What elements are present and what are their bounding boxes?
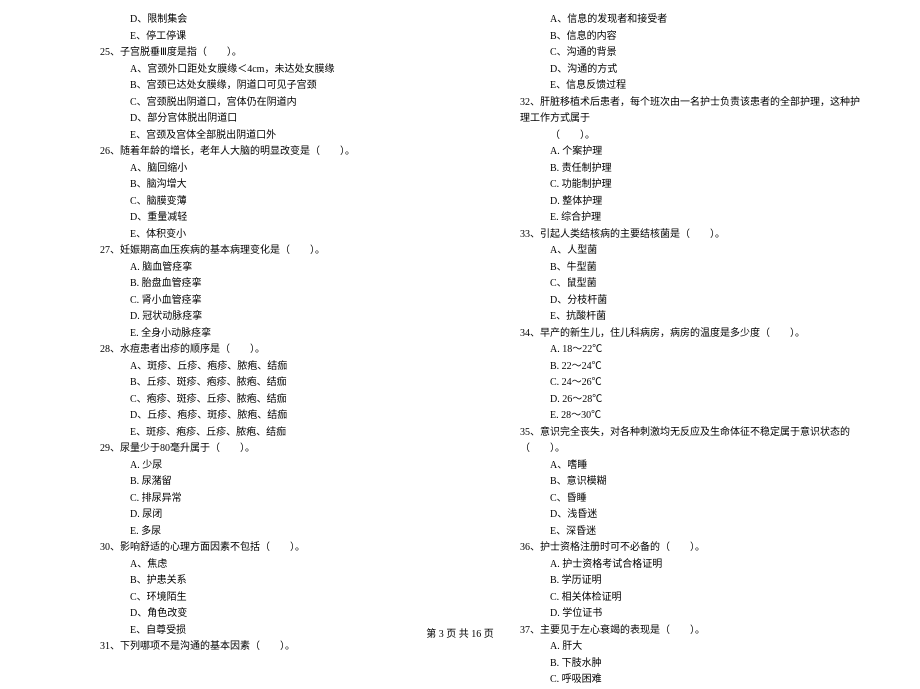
option-line: C、环境陌生 — [100, 590, 440, 607]
option-line: C、鼠型菌 — [520, 276, 860, 293]
option-line: B、脑沟增大 — [100, 177, 440, 194]
page-footer: 第 3 页 共 16 页 — [0, 625, 920, 640]
option-line: （ ）。 — [520, 128, 860, 145]
option-line: E、斑疹、疱疹、丘疹、脓疱、结痂 — [100, 425, 440, 442]
option-line: E. 全身小动脉痉挛 — [100, 326, 440, 343]
option-line: B、牛型菌 — [520, 260, 860, 277]
option-line: A. 个案护理 — [520, 144, 860, 161]
option-line: A、人型菌 — [520, 243, 860, 260]
option-line: A、焦虑 — [100, 557, 440, 574]
option-line: A. 少尿 — [100, 458, 440, 475]
option-line: D. 整体护理 — [520, 194, 860, 211]
option-line: A、脑回缩小 — [100, 161, 440, 178]
option-line: E、体积变小 — [100, 227, 440, 244]
question-line: 31、下列哪项不是沟通的基本因素（ ）。 — [100, 639, 440, 656]
option-line: E、宫颈及宫体全部脱出阴道口外 — [100, 128, 440, 145]
question-line: 25、子宫脱垂Ⅲ度是指（ ）。 — [100, 45, 440, 62]
option-line: B、宫颈已达处女膜缘，阴道口可见子宫颈 — [100, 78, 440, 95]
option-line: D、浅昏迷 — [520, 507, 860, 524]
question-line: 35、意识完全丧失，对各种刺激均无反应及生命体征不稳定属于意识状态的（ ）。 — [520, 425, 860, 458]
option-line: E、信息反馈过程 — [520, 78, 860, 95]
option-line: B、信息的内容 — [520, 29, 860, 46]
option-line: B、丘疹、斑疹、疱疹、脓疱、结痂 — [100, 375, 440, 392]
option-line: D. 26～28℃ — [520, 392, 860, 409]
option-line: D、限制集会 — [100, 12, 440, 29]
option-line: A、嗜睡 — [520, 458, 860, 475]
option-line: D. 尿闭 — [100, 507, 440, 524]
option-line: C、疱疹、斑疹、丘疹、脓疱、结痂 — [100, 392, 440, 409]
option-line: A、斑疹、丘疹、疱疹、脓疱、结痂 — [100, 359, 440, 376]
page-container: D、限制集会E、停工停课25、子宫脱垂Ⅲ度是指（ ）。A、宫颈外口距处女膜缘＜4… — [0, 0, 920, 689]
right-column: A、信息的发现者和接受者B、信息的内容C、沟通的背景D、沟通的方式E、信息反馈过… — [520, 12, 860, 689]
question-line: 36、护士资格注册时可不必备的（ ）。 — [520, 540, 860, 557]
question-line: 29、尿量少于80毫升属于（ ）。 — [100, 441, 440, 458]
option-line: E. 综合护理 — [520, 210, 860, 227]
option-line: C、沟通的背景 — [520, 45, 860, 62]
question-line: 26、随着年龄的增长，老年人大脑的明显改变是（ ）。 — [100, 144, 440, 161]
option-line: C、昏睡 — [520, 491, 860, 508]
question-line: 33、引起人类结核病的主要结核菌是（ ）。 — [520, 227, 860, 244]
option-line: D. 学位证书 — [520, 606, 860, 623]
option-line: C. 24～26℃ — [520, 375, 860, 392]
question-line: 28、水痘患者出疹的顺序是（ ）。 — [100, 342, 440, 359]
option-line: C、宫颈脱出阴道口，宫体仍在阴道内 — [100, 95, 440, 112]
option-line: A. 18～22℃ — [520, 342, 860, 359]
option-line: B. 尿潴留 — [100, 474, 440, 491]
option-line: A. 肝大 — [520, 639, 860, 656]
question-line: 34、早产的新生儿，住儿科病房，病房的温度是多少度（ ）。 — [520, 326, 860, 343]
option-line: B、护患关系 — [100, 573, 440, 590]
option-line: B. 下肢水肿 — [520, 656, 860, 673]
question-line: 27、妊娠期高血压疾病的基本病理变化是（ ）。 — [100, 243, 440, 260]
option-line: C. 肾小血管痉挛 — [100, 293, 440, 310]
option-line: E、抗酸杆菌 — [520, 309, 860, 326]
option-line: C. 呼吸困难 — [520, 672, 860, 689]
option-line: B. 责任制护理 — [520, 161, 860, 178]
option-line: C、脑膜变薄 — [100, 194, 440, 211]
left-column: D、限制集会E、停工停课25、子宫脱垂Ⅲ度是指（ ）。A、宫颈外口距处女膜缘＜4… — [100, 12, 440, 689]
question-line: 30、影响舒适的心理方面因素不包括（ ）。 — [100, 540, 440, 557]
option-line: B. 学历证明 — [520, 573, 860, 590]
option-line: D、沟通的方式 — [520, 62, 860, 79]
option-line: D、丘疹、疱疹、斑疹、脓疱、结痂 — [100, 408, 440, 425]
option-line: D、分枝杆菌 — [520, 293, 860, 310]
option-line: D、部分宫体脱出阴道口 — [100, 111, 440, 128]
option-line: D、重量减轻 — [100, 210, 440, 227]
option-line: A、信息的发现者和接受者 — [520, 12, 860, 29]
option-line: E、深昏迷 — [520, 524, 860, 541]
option-line: D、角色改变 — [100, 606, 440, 623]
option-line: A. 脑血管痉挛 — [100, 260, 440, 277]
option-line: E、停工停课 — [100, 29, 440, 46]
option-line: B. 胎盘血管痉挛 — [100, 276, 440, 293]
option-line: E. 多尿 — [100, 524, 440, 541]
option-line: C. 相关体检证明 — [520, 590, 860, 607]
option-line: C. 功能制护理 — [520, 177, 860, 194]
option-line: A、宫颈外口距处女膜缘＜4cm，未达处女膜缘 — [100, 62, 440, 79]
option-line: B、意识模糊 — [520, 474, 860, 491]
option-line: A. 护士资格考试合格证明 — [520, 557, 860, 574]
option-line: C. 排尿异常 — [100, 491, 440, 508]
option-line: D. 冠状动脉痉挛 — [100, 309, 440, 326]
option-line: B. 22～24℃ — [520, 359, 860, 376]
question-line: 32、肝脏移植术后患者，每个班次由一名护士负责该患者的全部护理，这种护理工作方式… — [520, 95, 860, 128]
option-line: E. 28～30℃ — [520, 408, 860, 425]
